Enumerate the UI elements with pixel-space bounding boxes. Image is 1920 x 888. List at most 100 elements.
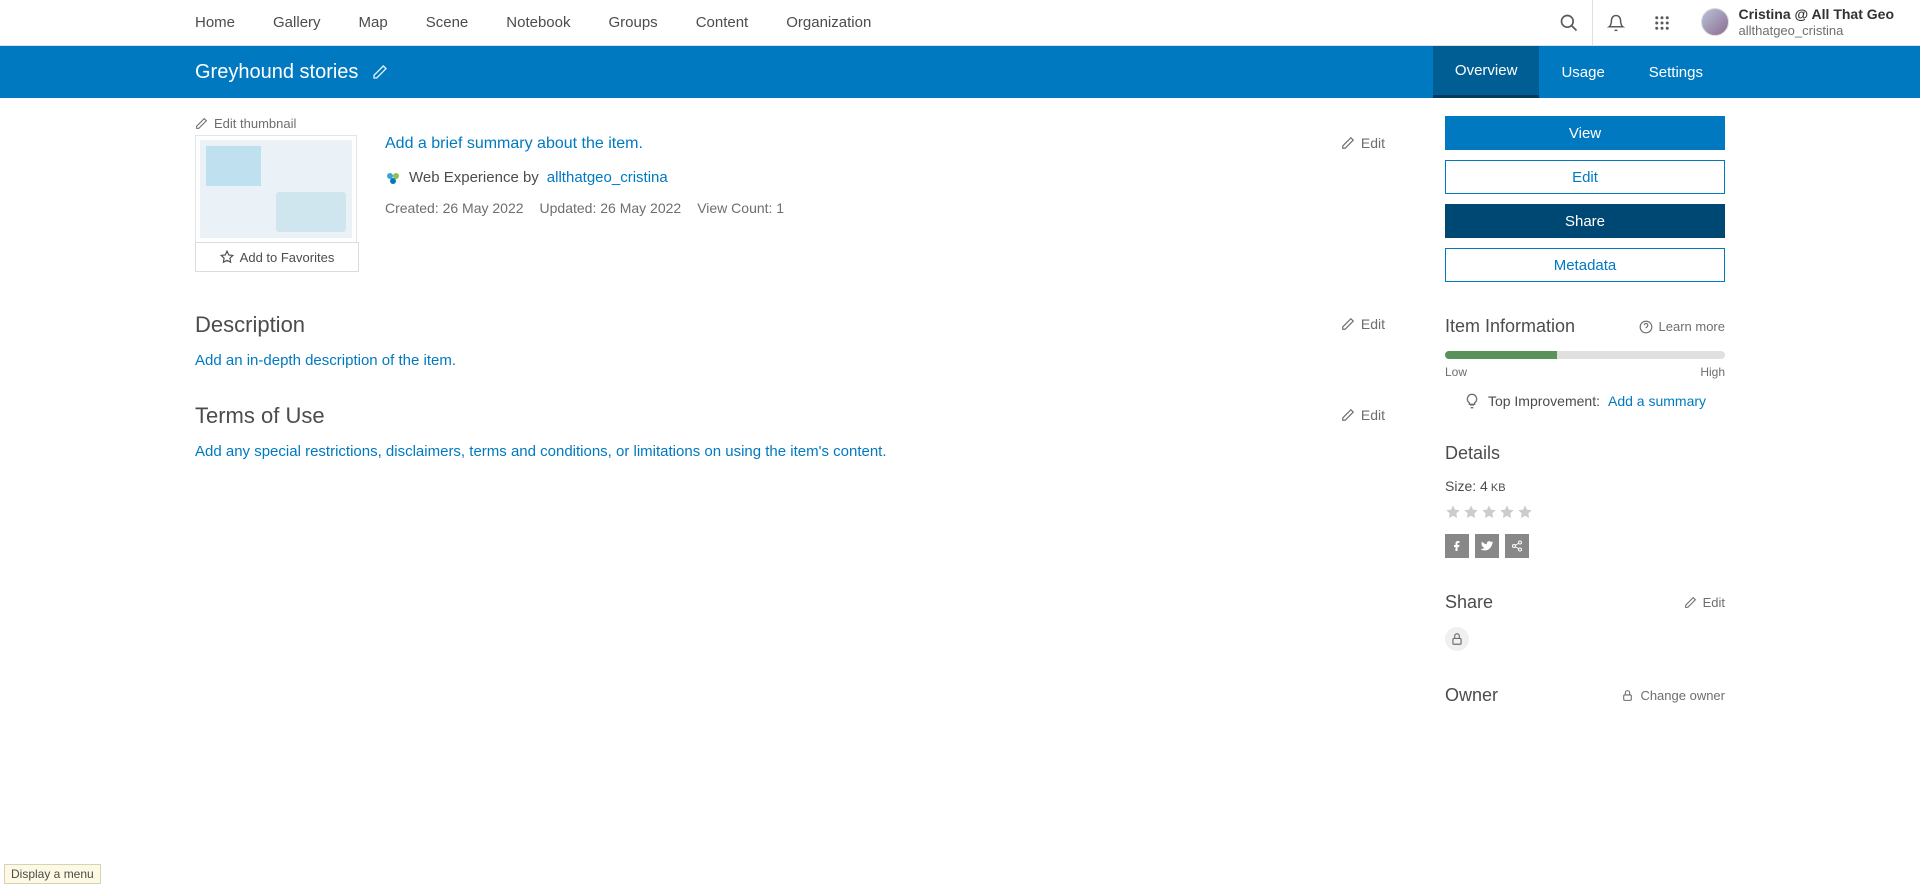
nav-gallery[interactable]: Gallery bbox=[273, 14, 321, 31]
title-area: Greyhound stories bbox=[195, 46, 388, 98]
terms-section: Terms of Use Add any special restriction… bbox=[195, 403, 1385, 460]
facebook-icon bbox=[1451, 540, 1463, 552]
pencil-icon bbox=[1341, 408, 1355, 422]
star-icon bbox=[1445, 504, 1461, 520]
description-heading: Description bbox=[195, 312, 1385, 338]
user-menu[interactable]: Cristina @ All That Geo allthatgeo_crist… bbox=[1685, 6, 1910, 38]
edit-title-icon[interactable] bbox=[372, 64, 388, 80]
item-thumbnail[interactable] bbox=[195, 135, 357, 243]
lock-icon bbox=[1621, 689, 1634, 702]
lightbulb-icon bbox=[1464, 393, 1480, 409]
change-owner-link[interactable]: Change owner bbox=[1621, 688, 1725, 703]
twitter-share-button[interactable] bbox=[1475, 534, 1499, 558]
owner-heading: Owner bbox=[1445, 685, 1498, 706]
star-icon bbox=[1463, 504, 1479, 520]
improvement-row: Top Improvement: Add a summary bbox=[1445, 393, 1725, 409]
edit-share-link[interactable]: Edit bbox=[1684, 595, 1725, 610]
add-description-link[interactable]: Add an in-depth description of the item. bbox=[195, 352, 456, 369]
details-section: Details Size: 4 KB bbox=[1445, 443, 1725, 558]
metadata-button[interactable]: Metadata bbox=[1445, 248, 1725, 282]
item-title: Greyhound stories bbox=[195, 61, 358, 84]
edit-share-label: Edit bbox=[1703, 595, 1725, 610]
avatar bbox=[1701, 8, 1729, 36]
item-tabs: Overview Usage Settings bbox=[1433, 46, 1725, 98]
share-icon bbox=[1511, 540, 1523, 552]
tab-usage[interactable]: Usage bbox=[1539, 46, 1626, 98]
info-icon bbox=[1639, 320, 1653, 334]
edit-label: Edit bbox=[1361, 407, 1385, 423]
add-a-summary-link[interactable]: Add a summary bbox=[1608, 393, 1706, 409]
edit-description-link[interactable]: Edit bbox=[1341, 316, 1385, 332]
learn-more-label: Learn more bbox=[1659, 319, 1725, 334]
completeness-bar bbox=[1445, 351, 1725, 359]
share-button[interactable]: Share bbox=[1445, 204, 1725, 238]
size-unit: KB bbox=[1488, 482, 1506, 494]
share-section: Share Edit bbox=[1445, 592, 1725, 651]
star-icon bbox=[220, 250, 234, 264]
view-button[interactable]: View bbox=[1445, 116, 1725, 150]
nav-organization[interactable]: Organization bbox=[786, 14, 871, 31]
tab-settings[interactable]: Settings bbox=[1627, 46, 1725, 98]
completeness-fill bbox=[1445, 351, 1557, 359]
edit-thumbnail-label: Edit thumbnail bbox=[214, 116, 296, 131]
add-terms-link[interactable]: Add any special restrictions, disclaimer… bbox=[195, 443, 887, 460]
owner-section: Owner Change owner bbox=[1445, 685, 1725, 706]
low-label: Low bbox=[1445, 365, 1467, 379]
app-launcher-icon[interactable] bbox=[1639, 0, 1685, 46]
edit-summary-link[interactable]: Edit bbox=[1341, 135, 1385, 151]
pencil-icon bbox=[1684, 596, 1697, 609]
nav-items: Home Gallery Map Scene Notebook Groups C… bbox=[195, 14, 871, 31]
item-info-heading: Item Information bbox=[1445, 316, 1575, 337]
item-information-section: Item Information Learn more Low High Top… bbox=[1445, 316, 1725, 409]
nav-groups[interactable]: Groups bbox=[608, 14, 657, 31]
edit-label: Edit bbox=[1361, 316, 1385, 332]
created-date: Created: 26 May 2022 bbox=[385, 200, 524, 216]
top-improvement-label: Top Improvement: bbox=[1488, 393, 1600, 409]
star-icon bbox=[1517, 504, 1533, 520]
tab-overview[interactable]: Overview bbox=[1433, 46, 1540, 98]
generic-share-button[interactable] bbox=[1505, 534, 1529, 558]
low-high-labels: Low High bbox=[1445, 365, 1725, 379]
nav-notebook[interactable]: Notebook bbox=[506, 14, 570, 31]
byline: Web Experience by allthatgeo_cristina bbox=[385, 169, 1385, 186]
pencil-icon bbox=[1341, 136, 1355, 150]
top-nav: Home Gallery Map Scene Notebook Groups C… bbox=[0, 0, 1920, 46]
star-icon bbox=[1499, 504, 1515, 520]
rating-stars[interactable] bbox=[1445, 504, 1725, 520]
learn-more-link[interactable]: Learn more bbox=[1639, 319, 1725, 334]
item-author-link[interactable]: allthatgeo_cristina bbox=[547, 169, 668, 186]
edit-button[interactable]: Edit bbox=[1445, 160, 1725, 194]
add-to-favorites-button[interactable]: Add to Favorites bbox=[195, 242, 359, 272]
updated-date: Updated: 26 May 2022 bbox=[540, 200, 682, 216]
topnav-right: Cristina @ All That Geo allthatgeo_crist… bbox=[1546, 0, 1910, 46]
view-count: View Count: 1 bbox=[697, 200, 784, 216]
item-header-bar: Greyhound stories Overview Usage Setting… bbox=[0, 46, 1920, 98]
social-share-row bbox=[1445, 534, 1725, 558]
add-summary-link[interactable]: Add a brief summary about the item. bbox=[385, 135, 643, 152]
high-label: High bbox=[1700, 365, 1725, 379]
web-experience-icon bbox=[385, 170, 401, 186]
edit-thumbnail-link[interactable]: Edit thumbnail bbox=[195, 116, 296, 131]
star-icon bbox=[1481, 504, 1497, 520]
meta-line: Created: 26 May 2022 Updated: 26 May 202… bbox=[385, 200, 1385, 216]
notifications-icon[interactable] bbox=[1593, 0, 1639, 46]
size-line: Size: 4 KB bbox=[1445, 478, 1725, 494]
share-level-private-icon bbox=[1445, 627, 1469, 651]
change-owner-label: Change owner bbox=[1640, 688, 1725, 703]
thumbnail-row: Add to Favorites Add a brief summary abo… bbox=[195, 135, 1385, 272]
edit-terms-link[interactable]: Edit bbox=[1341, 407, 1385, 423]
user-username: allthatgeo_cristina bbox=[1739, 23, 1894, 39]
nav-map[interactable]: Map bbox=[359, 14, 388, 31]
nav-content[interactable]: Content bbox=[696, 14, 749, 31]
size-value: Size: 4 bbox=[1445, 478, 1488, 494]
twitter-icon bbox=[1481, 540, 1493, 552]
user-text: Cristina @ All That Geo allthatgeo_crist… bbox=[1739, 6, 1894, 38]
search-icon[interactable] bbox=[1546, 0, 1592, 46]
lock-icon bbox=[1450, 632, 1464, 646]
summary-area: Add a brief summary about the item. Web … bbox=[385, 135, 1385, 216]
add-favorites-label: Add to Favorites bbox=[240, 250, 335, 265]
nav-home[interactable]: Home bbox=[195, 14, 235, 31]
nav-scene[interactable]: Scene bbox=[426, 14, 469, 31]
facebook-share-button[interactable] bbox=[1445, 534, 1469, 558]
edit-label: Edit bbox=[1361, 135, 1385, 151]
